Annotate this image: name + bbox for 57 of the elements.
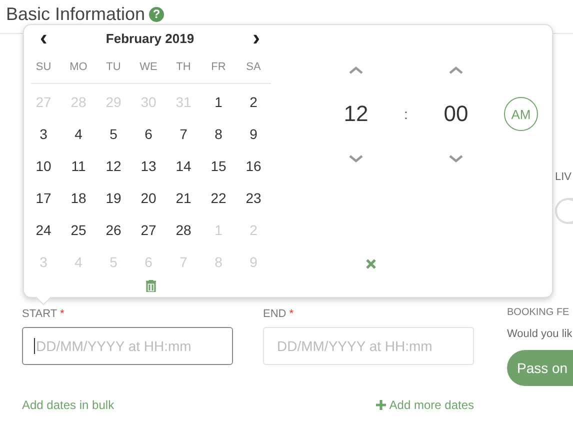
required-mark: *	[60, 308, 64, 320]
weekday-label: FR	[210, 61, 227, 75]
calendar-day[interactable]: 18	[61, 182, 96, 214]
previous-month-button[interactable]: ‹	[36, 28, 52, 48]
calendar-day[interactable]: 22	[201, 182, 236, 214]
calendar-day[interactable]: 16	[236, 150, 271, 182]
calendar-day[interactable]: 12	[96, 150, 131, 182]
calendar-day[interactable]: 24	[26, 214, 61, 246]
weekday-label: TU	[105, 61, 122, 75]
calendar-day[interactable]: 8	[201, 118, 236, 150]
calendar-day[interactable]: 19	[96, 182, 131, 214]
field-label: LIV	[555, 171, 573, 183]
calendar-day[interactable]: 17	[26, 182, 61, 214]
weekday-label: MO	[68, 61, 88, 75]
time-separator: :	[404, 106, 408, 122]
calendar-day[interactable]: 26	[96, 214, 131, 246]
calendar-day[interactable]: 3	[26, 118, 61, 150]
weekday-label: WE	[138, 61, 158, 75]
calendar-day[interactable]: 23	[236, 182, 271, 214]
calendar-day[interactable]: 7	[166, 118, 201, 150]
calendar-day[interactable]: 2	[236, 86, 271, 118]
plus-icon	[376, 400, 386, 410]
field-label: END	[263, 308, 286, 320]
chevron-up-icon[interactable]	[349, 66, 363, 74]
question-text: Would you lik	[507, 328, 573, 340]
calendar-day[interactable]: 1	[201, 86, 236, 118]
calendar-day[interactable]: 4	[61, 118, 96, 150]
calendar-day[interactable]: 14	[166, 150, 201, 182]
required-mark: *	[289, 308, 294, 320]
next-month-button[interactable]: ›	[248, 28, 264, 48]
field-label: BOOKING FE	[507, 307, 570, 318]
trash-icon[interactable]	[146, 280, 156, 292]
month-title: February 2019	[106, 30, 194, 46]
weekday-label: TH	[175, 61, 192, 75]
calendar-day[interactable]: 20	[131, 182, 166, 214]
calendar-day[interactable]: 28	[166, 214, 201, 246]
calendar-day[interactable]: 10	[26, 150, 61, 182]
chevron-down-icon[interactable]	[449, 154, 463, 162]
calendar-day[interactable]: 15	[201, 150, 236, 182]
chevron-down-icon[interactable]	[349, 154, 363, 162]
calendar-day[interactable]: 9	[236, 118, 271, 150]
calendar-day[interactable]: 5	[96, 118, 131, 150]
weekday-label: SA	[245, 61, 262, 75]
calendar-day[interactable]: 6	[131, 118, 166, 150]
minute-value: 00	[444, 101, 468, 127]
field-label: START	[22, 308, 58, 320]
weekday-label: SU	[34, 61, 52, 75]
close-icon[interactable]	[366, 259, 376, 269]
date-input-field[interactable]: DD/MM/YYYY at HH:mm	[22, 327, 233, 365]
calendar-day[interactable]: 25	[61, 214, 96, 246]
hour-value: 12	[344, 101, 368, 127]
calendar-day[interactable]: 27	[131, 214, 166, 246]
page-title: Basic Information	[6, 4, 146, 24]
chevron-up-icon[interactable]	[449, 66, 463, 74]
calendar-day[interactable]: 13	[131, 150, 166, 182]
calendar-day[interactable]: 11	[61, 150, 96, 182]
calendar-day[interactable]: 21	[166, 182, 201, 214]
